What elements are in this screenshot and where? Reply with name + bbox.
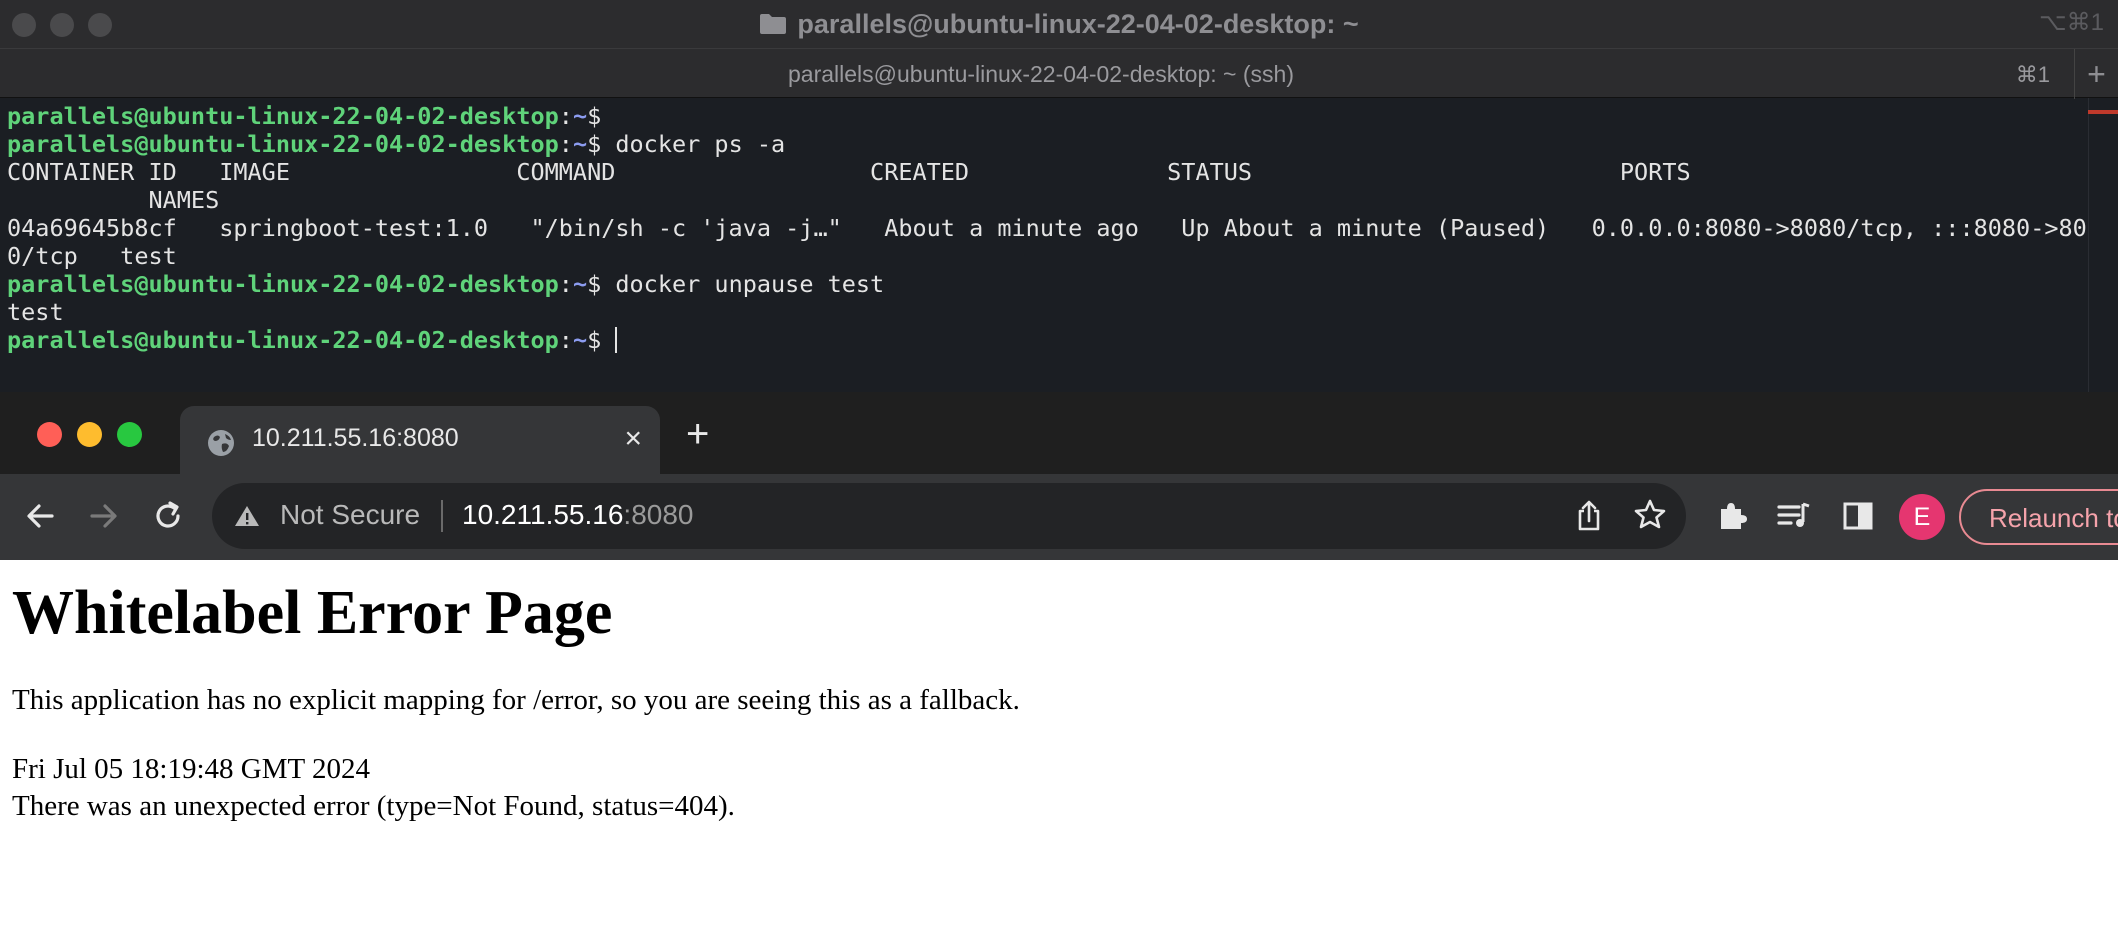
url-port: :8080 [623,499,694,530]
new-tab-button[interactable]: + [686,412,709,457]
prompt-symbol: $ [587,102,616,130]
profile-initial: E [1913,502,1931,531]
prompt-user-host: parallels@ubuntu-linux-22-04-02-desktop [7,326,559,354]
terminal-tab-title: parallels@ubuntu-linux-22-04-02-desktop:… [788,60,1294,87]
tab-shortcut: ⌘1 [2015,62,2050,87]
terminal-prompt-line: parallels@ubuntu-linux-22-04-02-desktop:… [7,326,2088,354]
prompt-path: ~ [572,326,588,354]
prompt-user-host: parallels@ubuntu-linux-22-04-02-desktop [7,130,559,158]
browser-close-button[interactable] [37,422,62,447]
terminal-output-line: NAMES [7,186,220,214]
terminal-output-line: CONTAINER ID IMAGE COMMAND CREATED STATU… [7,158,1691,186]
error-timestamp: Fri Jul 05 18:19:48 GMT 2024 [12,753,370,785]
relaunch-label: Relaunch to update [1989,503,2118,533]
browser-window: 10.211.55.16:8080 × + Not Secure 10.211.… [0,392,2118,950]
close-tab-icon[interactable]: × [624,422,642,456]
prompt-path: ~ [572,102,588,130]
terminal-tab[interactable]: parallels@ubuntu-linux-22-04-02-desktop:… [0,49,2082,99]
terminal-cursor [615,327,618,353]
terminal-prompt-line: parallels@ubuntu-linux-22-04-02-desktop:… [7,270,2088,298]
browser-minimize-button[interactable] [77,422,102,447]
browser-tab-title: 10.211.55.16:8080 [252,424,459,452]
browser-tabstrip: 10.211.55.16:8080 × + [0,392,2118,474]
prompt-colon: : [558,102,573,130]
prompt-colon: : [558,326,573,354]
window-shortcut: ⌥⌘1 [2038,9,2104,36]
terminal-new-tab-button[interactable]: + [2074,49,2118,99]
terminal-scrollbar[interactable] [2088,98,2118,392]
relaunch-button[interactable]: Relaunch to update [1959,489,2118,545]
globe-icon [206,428,236,458]
browser-tab[interactable]: 10.211.55.16:8080 × [180,406,660,474]
terminal-command: docker unpause test [615,270,885,298]
scroll-marker [2088,110,2118,114]
media-control-icon[interactable] [1774,496,1814,536]
prompt-user-host: parallels@ubuntu-linux-22-04-02-desktop [7,270,559,298]
side-panel-icon[interactable] [1838,496,1878,536]
url-text[interactable]: 10.211.55.16:8080 [462,499,694,531]
terminal-prompt-line: parallels@ubuntu-linux-22-04-02-desktop:… [7,102,2088,130]
terminal-window-title-text: parallels@ubuntu-linux-22-04-02-desktop:… [797,8,1359,39]
prompt-symbol: $ [587,130,616,158]
prompt-colon: : [558,130,573,158]
terminal-window: parallels@ubuntu-linux-22-04-02-desktop:… [0,0,2118,392]
prompt-user-host: parallels@ubuntu-linux-22-04-02-desktop [7,102,559,130]
terminal-output-line: test [7,298,64,326]
address-divider [441,500,443,532]
error-message: There was an unexpected error (type=Not … [12,790,735,822]
share-icon[interactable] [1572,499,1606,533]
reload-icon[interactable] [148,496,188,536]
terminal-titlebar: parallels@ubuntu-linux-22-04-02-desktop:… [0,0,2118,48]
browser-zoom-button[interactable] [117,422,142,447]
folder-icon [759,13,787,35]
terminal-output-line: 0/tcp test [7,242,177,270]
terminal-output-line: 04a69645b8cf springboot-test:1.0 "/bin/s… [7,214,2101,242]
page-title: Whitelabel Error Page [12,579,613,647]
terminal-window-title: parallels@ubuntu-linux-22-04-02-desktop:… [0,0,2118,48]
bookmark-star-icon[interactable] [1632,497,1668,533]
terminal-command: docker ps -a [615,130,786,158]
terminal-output[interactable]: parallels@ubuntu-linux-22-04-02-desktop:… [0,98,2101,392]
plus-icon: + [2087,55,2106,92]
prompt-path: ~ [572,130,588,158]
extensions-icon[interactable] [1712,496,1752,536]
error-description: This application has no explicit mapping… [12,684,1020,716]
prompt-symbol: $ [587,270,616,298]
prompt-colon: : [558,270,573,298]
page-content: Whitelabel Error Page This application h… [0,560,2118,950]
profile-avatar[interactable]: E [1899,494,1945,540]
prompt-path: ~ [572,270,588,298]
url-host: 10.211.55.16 [462,499,624,530]
terminal-tabbar: parallels@ubuntu-linux-22-04-02-desktop:… [0,48,2118,99]
forward-arrow-icon[interactable] [84,496,124,536]
warning-icon[interactable] [234,504,260,528]
terminal-prompt-line: parallels@ubuntu-linux-22-04-02-desktop:… [7,130,2088,158]
back-arrow-icon[interactable] [20,496,60,536]
not-secure-label[interactable]: Not Secure [280,499,420,531]
address-bar[interactable]: Not Secure 10.211.55.16:8080 [212,483,1686,549]
prompt-symbol: $ [587,326,616,354]
